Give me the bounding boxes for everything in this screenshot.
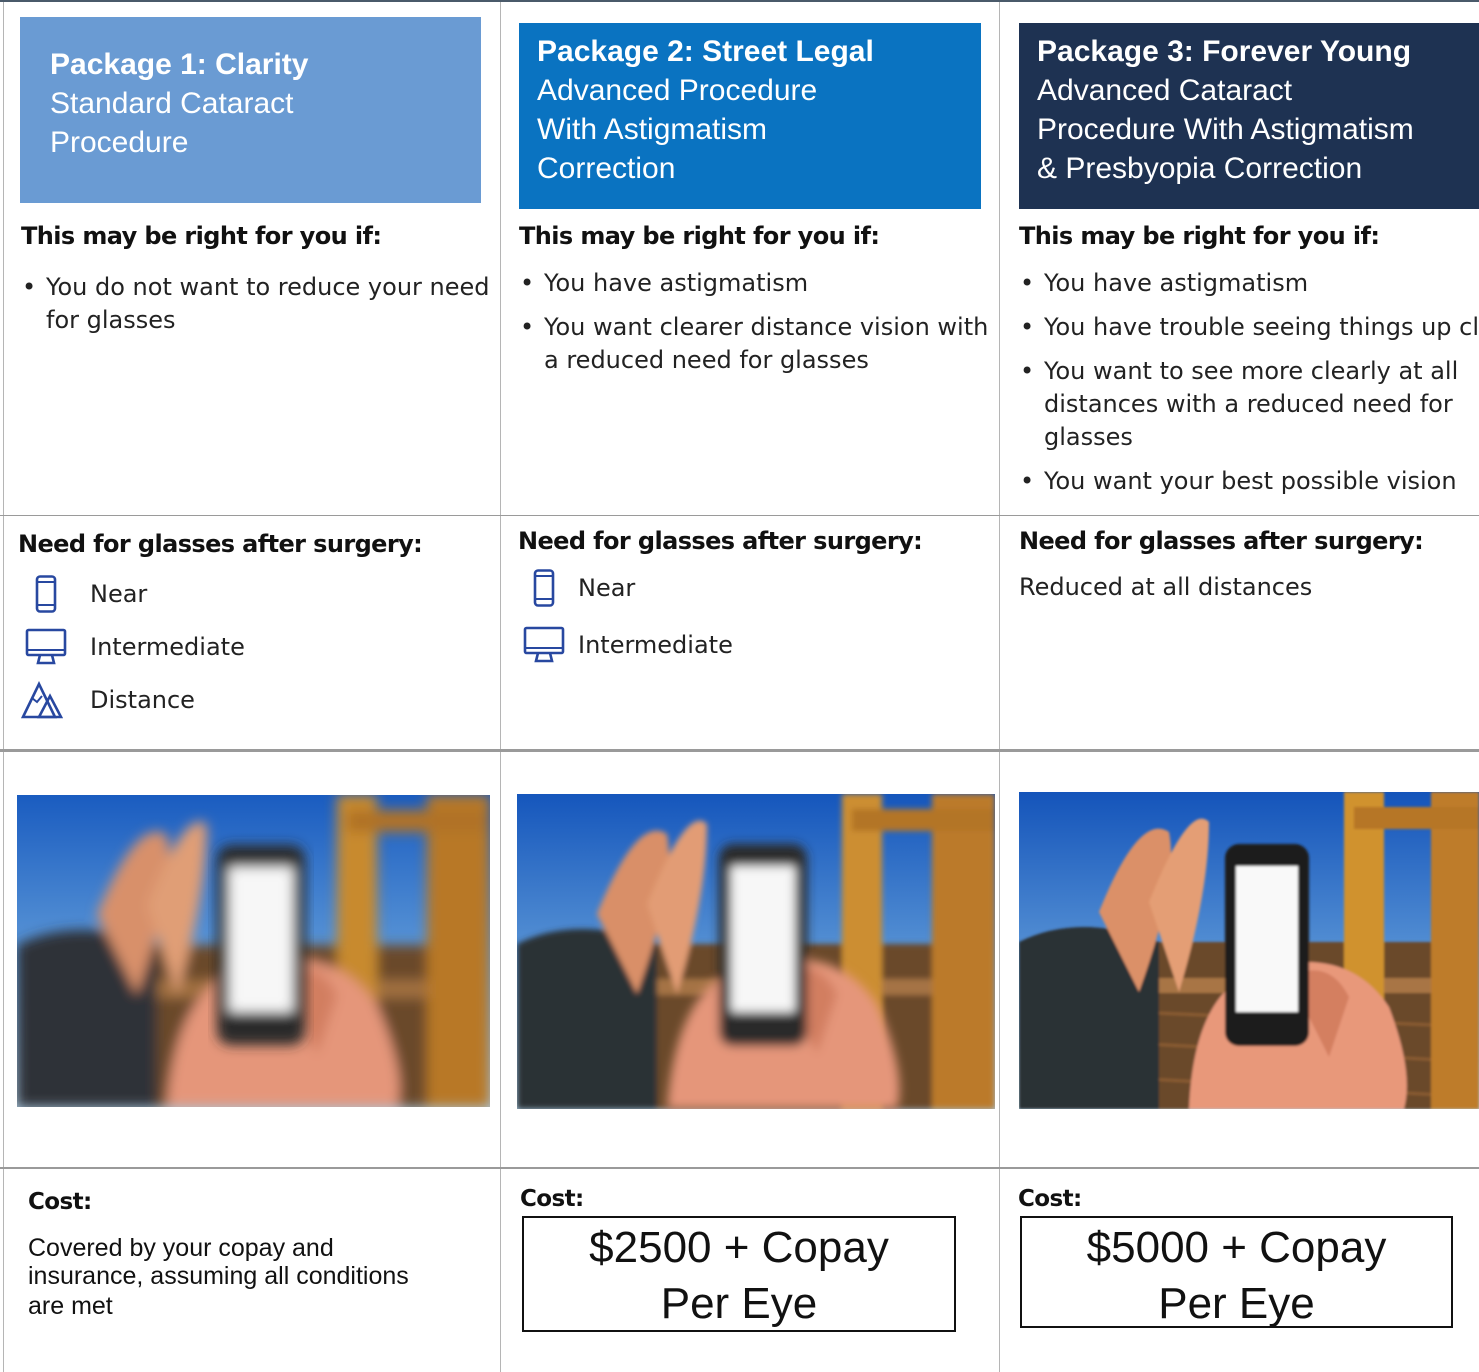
row-divider [0,1167,1479,1169]
package-subtitle: Procedure [50,126,189,159]
package-title: Package 3: Forever Young [1037,35,1412,68]
cost-label: Cost: [28,1189,92,1215]
list-item: You have trouble seeing things up clo [1018,311,1479,344]
price-line: Per Eye [660,1279,818,1328]
phone-icon [24,572,68,616]
need-near: Near [24,572,147,616]
package-subtitle: Correction [537,152,676,185]
package-subtitle: Procedure With Astigmatism [1037,113,1414,146]
need-intermediate: Intermediate [522,623,733,667]
need-intermediate: Intermediate [24,625,245,669]
glasses-text: Reduced at all distances [1019,573,1313,601]
package-subtitle: Standard Cataract [50,87,294,120]
list-item: You want clearer distance vision witha r… [518,311,988,377]
need-distance: Distance [20,678,195,722]
vision-photo-clear [1019,792,1479,1109]
monitor-icon [522,623,566,667]
glasses-heading: Need for glasses after surgery: [518,527,923,555]
package-2-header: Package 2: Street Legal Advanced Procedu… [519,23,981,209]
list-item: You want to see more clearly at alldista… [1018,355,1479,454]
right-for-you-heading: This may be right for you if: [519,222,880,250]
need-label: Intermediate [90,633,245,661]
row-divider [0,749,1479,752]
list-item: You have astigmatism [518,267,988,300]
package-3-header: Package 3: Forever Young Advanced Catara… [1019,23,1479,209]
row-divider [0,515,1479,516]
need-label: Near [90,580,148,608]
top-border [0,0,1479,2]
cost-text: Covered by your copay and insurance, ass… [28,1234,409,1320]
list-item: You want your best possible vision [1018,465,1479,498]
need-near: Near [522,566,635,610]
phone-icon [522,566,566,610]
need-label: Intermediate [578,631,733,659]
price-line: Per Eye [1158,1279,1315,1328]
package-title: Package 2: Street Legal [537,35,874,68]
right-for-you-heading: This may be right for you if: [1019,222,1380,250]
package-subtitle: With Astigmatism [537,113,768,146]
vision-photo-blurred [17,795,490,1107]
list-item: You have astigmatism [1018,267,1479,300]
need-label: Near [578,574,636,602]
criteria-list: You have astigmatism You have trouble se… [1018,267,1479,509]
package-subtitle: Advanced Procedure [537,74,818,107]
glasses-heading: Need for glasses after surgery: [1019,527,1424,555]
mountain-icon [20,678,64,722]
package-subtitle: & Presbyopia Correction [1037,152,1363,185]
cost-label: Cost: [520,1186,584,1212]
cost-label: Cost: [1018,1186,1082,1212]
package-title: Package 1: Clarity [50,48,309,81]
price-box: $5000 + Copay Per Eye [1020,1216,1453,1328]
package-subtitle: Advanced Cataract [1037,74,1293,107]
price-line: $5000 + Copay [1086,1223,1387,1272]
right-for-you-heading: This may be right for you if: [21,222,382,250]
price-box: $2500 + Copay Per Eye [522,1216,956,1332]
monitor-icon [24,625,68,669]
criteria-list: You have astigmatism You want clearer di… [518,267,988,388]
glasses-heading: Need for glasses after surgery: [18,530,423,558]
need-label: Distance [90,686,195,714]
price-line: $2500 + Copay [589,1223,889,1272]
vision-photo-partial [517,794,995,1109]
criteria-list: You do not want to reduce your needfor g… [20,271,490,348]
package-1-header: Package 1: Clarity Standard Cataract Pro… [20,17,481,203]
list-item: You do not want to reduce your needfor g… [20,271,490,337]
